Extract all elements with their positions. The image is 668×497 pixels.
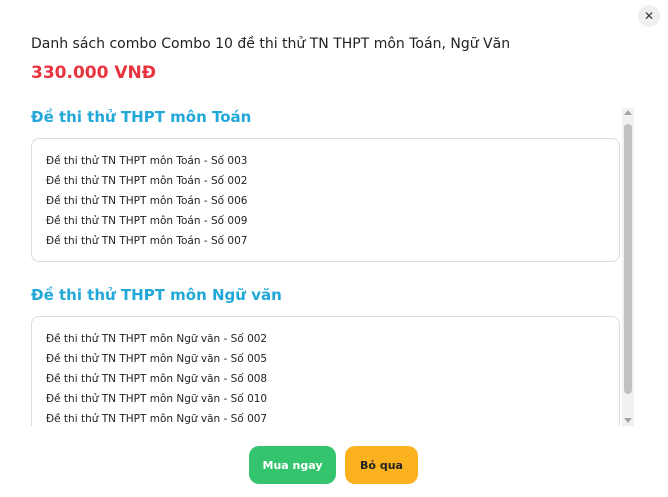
item-list: Đề thi thử TN THPT môn Toán - Số 003 Đề … [31,138,620,262]
list-item: Đề thi thử TN THPT môn Ngữ văn - Số 008 [46,373,268,385]
vertical-scrollbar[interactable] [622,108,634,426]
combo-price: 330.000 VNĐ [31,63,156,83]
section-title: Đề thi thử THPT môn Toán [31,108,252,126]
modal-title: Danh sách combo Combo 10 đề thi thử TN T… [31,36,511,52]
list-item: Đề thi thử TN THPT môn Ngữ văn - Số 007 [46,413,268,425]
list-item: Đề thi thử TN THPT môn Ngữ văn - Số 010 [46,393,268,405]
scroll-down-icon[interactable] [624,418,632,423]
list-item: Đề thi thử TN THPT môn Toán - Số 007 [46,235,248,247]
list-item: Đề thi thử TN THPT môn Toán - Số 003 [46,155,248,167]
combo-modal: ✕ Danh sách combo Combo 10 đề thi thử TN… [0,0,668,497]
list-item: Đề thi thử TN THPT môn Ngữ văn - Số 002 [46,333,268,345]
scroll-up-icon[interactable] [624,110,632,115]
list-item: Đề thi thử TN THPT môn Toán - Số 002 [46,175,248,187]
section-title: Đề thi thử THPT môn Ngữ văn [31,286,282,304]
item-list: Đề thi thử TN THPT môn Ngữ văn - Số 002 … [31,316,620,426]
close-icon: ✕ [643,9,655,23]
list-item: Đề thi thử TN THPT môn Ngữ văn - Số 005 [46,353,268,365]
skip-button[interactable]: Bỏ qua [345,446,418,484]
close-button[interactable]: ✕ [638,5,660,27]
section-toan: Đề thi thử THPT môn Toán Đề thi thử TN T… [31,106,620,262]
section-ngu-van: Đề thi thử THPT môn Ngữ văn Đề thi thử T… [31,284,620,426]
combo-list-scroll-area[interactable]: Đề thi thử THPT môn Toán Đề thi thử TN T… [31,106,620,426]
buy-now-button[interactable]: Mua ngay [249,446,336,484]
list-item: Đề thi thử TN THPT môn Toán - Số 009 [46,215,248,227]
list-item: Đề thi thử TN THPT môn Toán - Số 006 [46,195,248,207]
scroll-thumb[interactable] [624,124,632,394]
